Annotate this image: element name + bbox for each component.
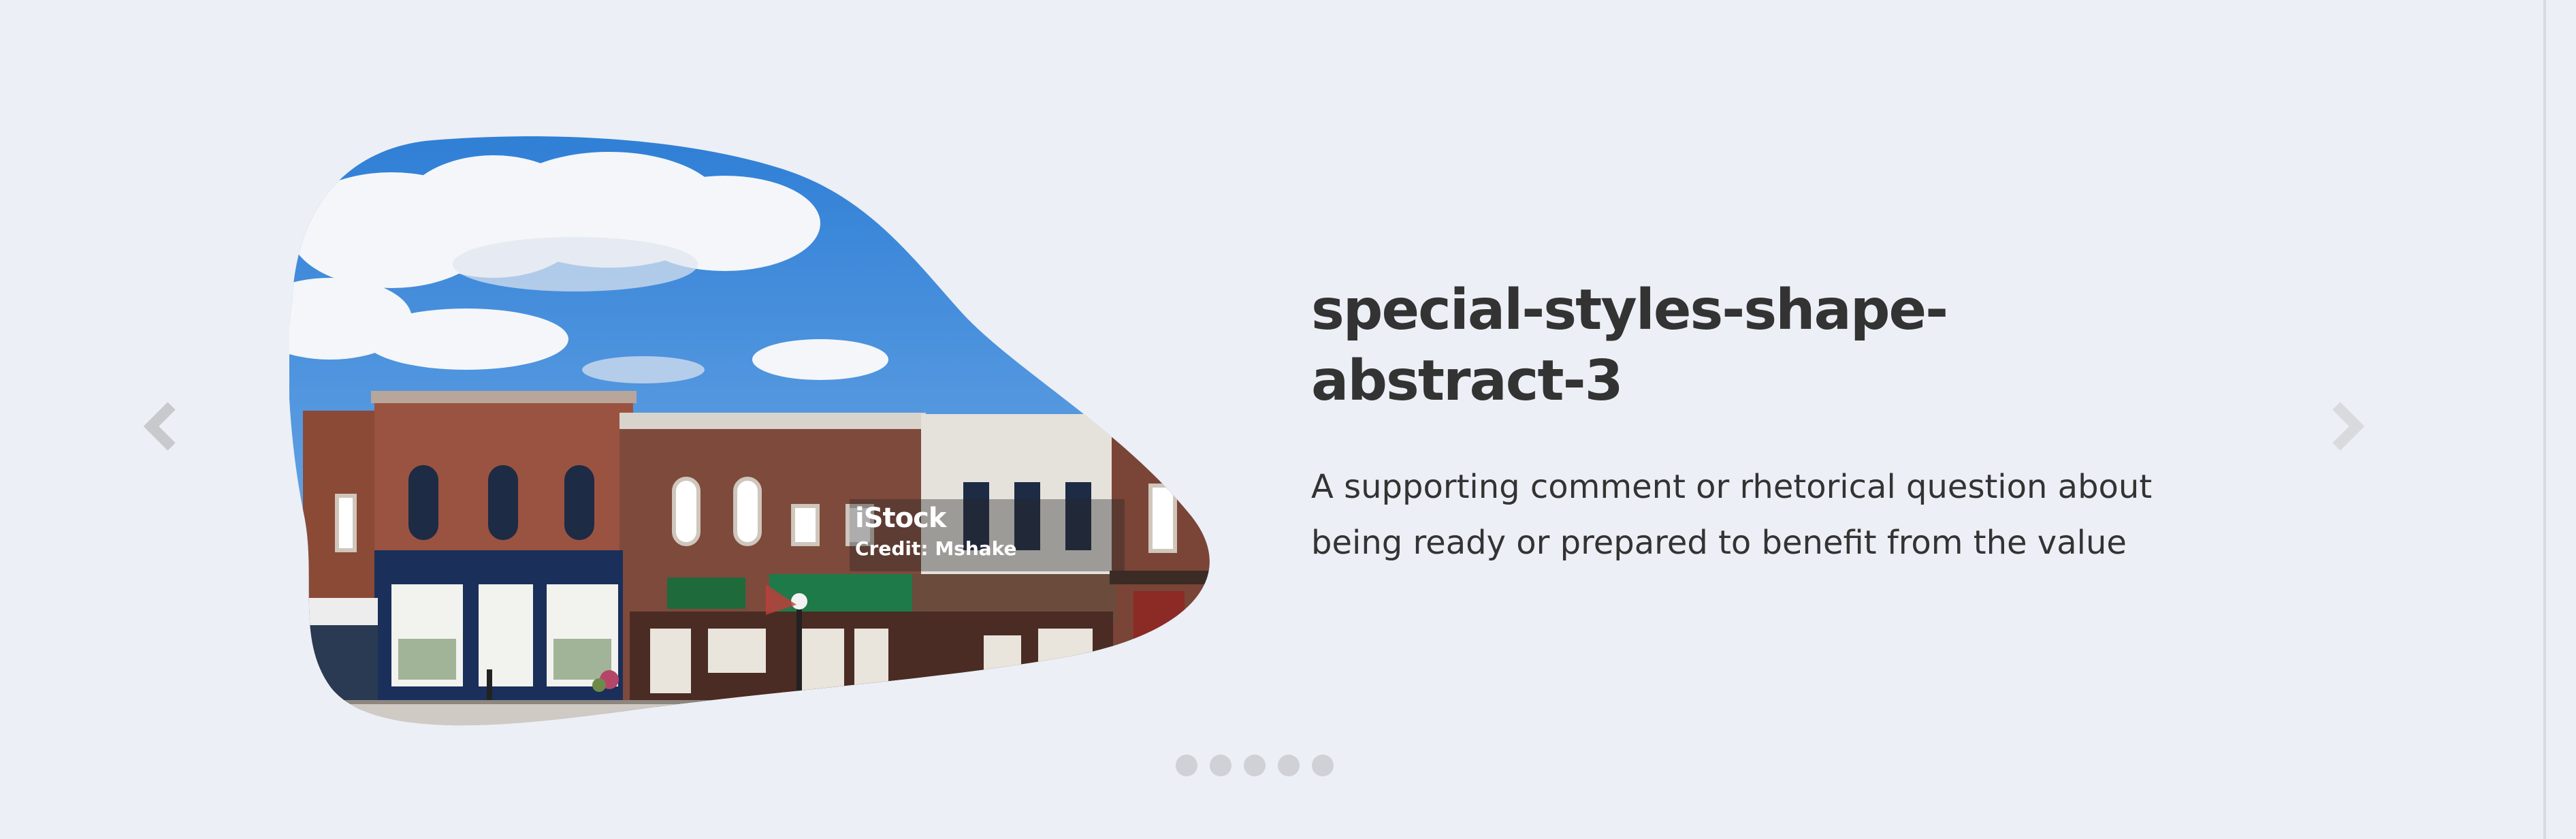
image-watermark: iStock Credit: Mshake (850, 499, 1125, 571)
slide-title: special-styles-shape-abstract-3 (1311, 278, 1948, 413)
carousel-dot-3[interactable] (1244, 755, 1266, 776)
carousel-dot-5[interactable] (1312, 755, 1334, 776)
storefront-photo (289, 136, 1210, 726)
watermark-credit: Credit: Mshake (855, 537, 1017, 560)
carousel-section: iStock Credit: Mshake special-styles-sha… (0, 0, 2576, 839)
carousel-prev-button[interactable] (135, 398, 192, 455)
chevron-left-icon (143, 402, 176, 451)
slide-image (289, 135, 1219, 735)
slide-description: A supporting comment or rhetorical quest… (1311, 468, 2153, 562)
carousel-dot-4[interactable] (1278, 755, 1300, 776)
carousel-pagination (1176, 755, 1334, 776)
chevron-right-icon (2332, 402, 2365, 451)
carousel-next-button[interactable] (2316, 398, 2373, 455)
watermark-logo: iStock (855, 503, 946, 534)
page-scrollbar-edge (2543, 0, 2546, 839)
carousel-dot-2[interactable] (1210, 755, 1231, 776)
carousel-dot-1[interactable] (1176, 755, 1197, 776)
slide-content: special-styles-shape-abstract-3 A suppor… (1311, 275, 2196, 571)
